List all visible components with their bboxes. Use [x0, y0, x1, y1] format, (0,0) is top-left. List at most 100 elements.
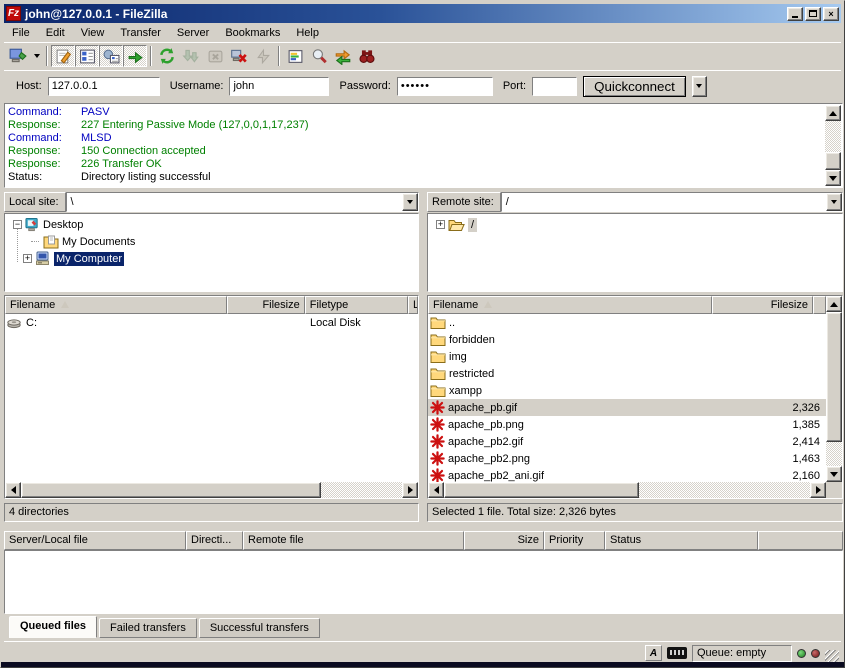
tab-failed-transfers[interactable]: Failed transfers: [99, 618, 197, 638]
toggle-remote-tree-icon[interactable]: [99, 45, 123, 67]
scroll-right-icon[interactable]: [810, 482, 826, 498]
remote-site-label: Remote site:: [427, 192, 501, 212]
scroll-down-icon[interactable]: [825, 170, 841, 186]
send-activity-led-icon: [811, 649, 820, 658]
menu-view[interactable]: View: [73, 25, 113, 41]
remote-vscrollbar[interactable]: [826, 296, 842, 482]
file-row[interactable]: ..: [428, 314, 826, 331]
find-files-icon[interactable]: [355, 45, 379, 67]
log-scrollbar[interactable]: [825, 105, 841, 186]
column-header-filesize[interactable]: Filesize: [712, 296, 813, 314]
column-header-filename[interactable]: Filename: [5, 296, 227, 314]
maximize-button[interactable]: [805, 7, 821, 21]
file-row-selected[interactable]: apache_pb.gif 2,326: [428, 399, 826, 416]
menu-server[interactable]: Server: [169, 25, 217, 41]
column-header-status[interactable]: Status: [605, 531, 758, 550]
tab-successful-transfers[interactable]: Successful transfers: [199, 618, 320, 638]
column-header-filename[interactable]: Filename: [428, 296, 712, 314]
file-row[interactable]: apache_pb2_ani.gif 2,160: [428, 467, 826, 482]
disconnect-icon[interactable]: [227, 45, 251, 67]
file-row-c-drive[interactable]: C: Local Disk: [5, 314, 418, 331]
speed-limit-icon[interactable]: [667, 647, 687, 659]
titlebar[interactable]: Fz john@127.0.0.1 - FileZilla ×: [4, 4, 841, 23]
tree-item-my-documents[interactable]: My Documents: [5, 233, 418, 250]
tree-label: My Computer: [54, 252, 124, 266]
file-name: apache_pb2.png: [448, 453, 725, 465]
password-input[interactable]: [397, 77, 493, 96]
process-queue-icon[interactable]: [179, 45, 203, 67]
tree-item-root[interactable]: + /: [428, 216, 842, 233]
local-site-combo[interactable]: \: [66, 192, 419, 212]
close-button[interactable]: ×: [823, 7, 839, 21]
menu-bookmarks[interactable]: Bookmarks: [217, 25, 288, 41]
quickconnect-bar: Host: Username: Password: Port: Quickcon…: [4, 70, 841, 101]
column-header-filetype[interactable]: Filetype: [305, 296, 408, 314]
site-manager-dropdown-icon[interactable]: [30, 45, 43, 67]
file-row[interactable]: apache_pb.png 1,385: [428, 416, 826, 433]
transfer-queue-list[interactable]: [4, 550, 843, 614]
menu-file[interactable]: File: [4, 25, 38, 41]
host-input[interactable]: [48, 77, 160, 96]
menu-transfer[interactable]: Transfer: [112, 25, 169, 41]
scroll-down-icon[interactable]: [826, 466, 842, 482]
scroll-left-icon[interactable]: [5, 482, 21, 498]
username-input[interactable]: [229, 77, 329, 96]
transfer-type-ascii-icon[interactable]: A: [645, 645, 662, 661]
remote-hscrollbar[interactable]: [428, 482, 826, 498]
refresh-icon[interactable]: [155, 45, 179, 67]
file-row[interactable]: xampp: [428, 382, 826, 399]
remote-site-value: /: [502, 196, 826, 208]
toggle-transfer-queue-icon[interactable]: [123, 45, 147, 67]
column-header-filesize[interactable]: Filesize: [227, 296, 304, 314]
local-hscrollbar[interactable]: [5, 482, 418, 498]
expand-icon[interactable]: +: [23, 254, 32, 263]
scroll-right-icon[interactable]: [402, 482, 418, 498]
combo-dropdown-icon[interactable]: [402, 193, 418, 211]
tree-item-my-computer[interactable]: + My Computer: [5, 250, 418, 267]
reconnect-icon[interactable]: [251, 45, 275, 67]
column-header-priority[interactable]: Priority: [544, 531, 605, 550]
scroll-up-icon[interactable]: [826, 296, 842, 312]
tab-queued-files[interactable]: Queued files: [9, 616, 97, 638]
file-row[interactable]: apache_pb2.gif 2,414: [428, 433, 826, 450]
file-row[interactable]: img: [428, 348, 826, 365]
log-line: Status:Directory listing successful: [8, 171, 822, 184]
combo-dropdown-icon[interactable]: [826, 193, 842, 211]
scroll-thumb[interactable]: [825, 152, 841, 170]
port-input[interactable]: [532, 77, 577, 96]
toggle-message-log-icon[interactable]: [51, 45, 75, 67]
column-header-remote-file[interactable]: Remote file: [243, 531, 464, 550]
scroll-thumb[interactable]: [444, 482, 639, 498]
column-header-size[interactable]: Size: [464, 531, 544, 550]
menu-edit[interactable]: Edit: [38, 25, 73, 41]
scroll-left-icon[interactable]: [428, 482, 444, 498]
file-row[interactable]: restricted: [428, 365, 826, 382]
toggle-local-tree-icon[interactable]: [75, 45, 99, 67]
local-tree: − Desktop My Documents + My Computer: [4, 213, 419, 292]
folder-icon: [430, 316, 446, 329]
compare-directories-icon[interactable]: [307, 45, 331, 67]
local-site-row: Local site: \: [4, 192, 419, 212]
file-row[interactable]: forbidden: [428, 331, 826, 348]
minimize-button[interactable]: [787, 7, 803, 21]
file-row[interactable]: apache_pb2.png 1,463: [428, 450, 826, 467]
column-header-direction[interactable]: Directi...: [186, 531, 243, 550]
menu-help[interactable]: Help: [288, 25, 327, 41]
synchronized-browsing-icon[interactable]: [331, 45, 355, 67]
collapse-icon[interactable]: −: [13, 220, 22, 229]
site-manager-icon[interactable]: [6, 45, 30, 67]
quickconnect-dropdown-icon[interactable]: [692, 76, 707, 97]
log-line: Response:226 Transfer OK: [8, 158, 822, 171]
scroll-thumb[interactable]: [826, 312, 842, 442]
remote-site-combo[interactable]: /: [501, 192, 843, 212]
scroll-up-icon[interactable]: [825, 105, 841, 121]
directory-filters-icon[interactable]: [283, 45, 307, 67]
queue-size-text: Queue: empty: [692, 645, 792, 662]
tree-item-desktop[interactable]: − Desktop: [5, 216, 418, 233]
expand-icon[interactable]: +: [436, 220, 445, 229]
scroll-thumb[interactable]: [21, 482, 321, 498]
cancel-operation-icon[interactable]: [203, 45, 227, 67]
quickconnect-button[interactable]: Quickconnect: [583, 76, 686, 97]
column-header-last-modified[interactable]: L: [408, 296, 418, 314]
column-header-server-local-file[interactable]: Server/Local file: [4, 531, 186, 550]
